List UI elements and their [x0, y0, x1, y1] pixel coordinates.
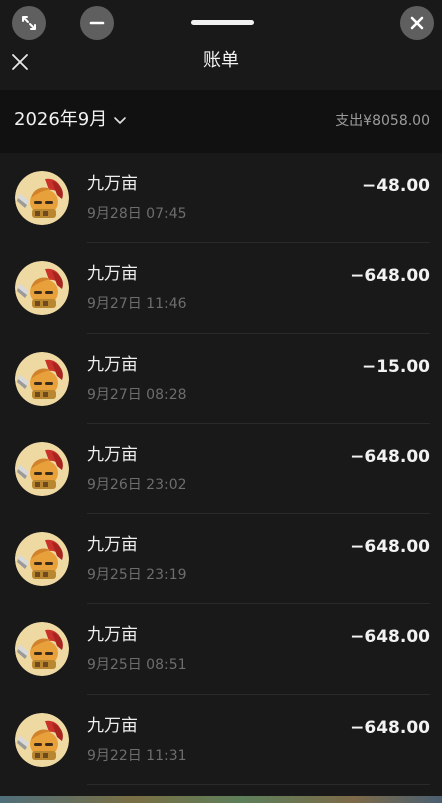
merchant-avatar	[15, 532, 69, 587]
merchant-name: 九万亩	[87, 715, 138, 736]
page-title: 账单	[203, 50, 239, 71]
transaction-amount: −648.00	[350, 446, 430, 467]
bill-sheet: 账单 2026年9月 支出¥8058.00 九万亩 9月28日 07:45 −4…	[0, 0, 442, 796]
transaction-amount: −648.00	[350, 266, 430, 287]
merchant-name: 九万亩	[87, 535, 138, 556]
merchant-name: 九万亩	[87, 625, 138, 646]
transaction-datetime: 9月27日 11:46	[87, 296, 187, 313]
window-close-button[interactable]	[400, 6, 434, 40]
transaction-amount: −15.00	[361, 356, 430, 377]
merchant-avatar	[15, 351, 69, 406]
merchant-avatar	[15, 441, 69, 496]
close-icon	[410, 16, 424, 30]
merchant-avatar	[15, 171, 69, 225]
transaction-row[interactable]: 九万亩 9月25日 23:19 −648.00	[0, 514, 442, 605]
transaction-row[interactable]: 九万亩 9月25日 08:51 −648.00	[0, 604, 442, 695]
transaction-row[interactable]: 九万亩 9月28日 07:45 −48.00	[0, 153, 442, 244]
minimize-button[interactable]	[80, 6, 114, 40]
transaction-amount: −48.00	[361, 176, 430, 196]
merchant-name: 九万亩	[87, 264, 138, 285]
transaction-amount: −648.00	[350, 717, 430, 738]
minus-icon	[89, 21, 105, 25]
transaction-row[interactable]: 九万亩 9月27日 11:46 −648.00	[0, 243, 442, 334]
expense-total: 支出¥8058.00	[335, 113, 430, 129]
background-strip	[0, 796, 442, 803]
page-header: 账单	[0, 44, 442, 90]
transaction-row[interactable]: 九万亩 9月27日 08:28 −15.00	[0, 334, 442, 424]
transaction-datetime: 9月25日 23:19	[87, 567, 187, 584]
transaction-row[interactable]: 九万亩 9月26日 23:02 −648.00	[0, 424, 442, 515]
merchant-avatar	[15, 622, 69, 677]
merchant-name: 九万亩	[87, 354, 138, 375]
transaction-datetime: 9月26日 23:02	[87, 476, 187, 493]
month-picker[interactable]: 2026年9月	[14, 108, 127, 132]
transaction-datetime: 9月22日 11:31	[87, 747, 187, 764]
month-summary-bar: 2026年9月 支出¥8058.00	[0, 90, 442, 153]
drag-handle[interactable]	[191, 20, 254, 25]
merchant-avatar	[15, 261, 69, 316]
month-label: 2026年9月	[14, 109, 108, 130]
merchant-name: 九万亩	[87, 174, 138, 194]
merchant-name: 九万亩	[87, 444, 138, 465]
expand-icon	[22, 16, 36, 30]
row-divider	[87, 784, 430, 786]
merchant-avatar	[15, 712, 69, 767]
transaction-datetime: 9月27日 08:28	[87, 386, 187, 403]
transaction-amount: −648.00	[350, 537, 430, 558]
transaction-amount: −648.00	[350, 627, 430, 648]
chevron-down-icon	[113, 113, 127, 127]
transaction-row[interactable]: 九万亩 9月22日 11:31 −648.00	[0, 695, 442, 786]
transaction-datetime: 9月28日 07:45	[87, 206, 187, 222]
window-controls	[0, 0, 442, 44]
expand-button[interactable]	[12, 6, 46, 40]
transaction-datetime: 9月25日 08:51	[87, 657, 187, 674]
transaction-list: 九万亩 9月28日 07:45 −48.00 九万亩 9月27日 11:46 −	[0, 153, 442, 786]
